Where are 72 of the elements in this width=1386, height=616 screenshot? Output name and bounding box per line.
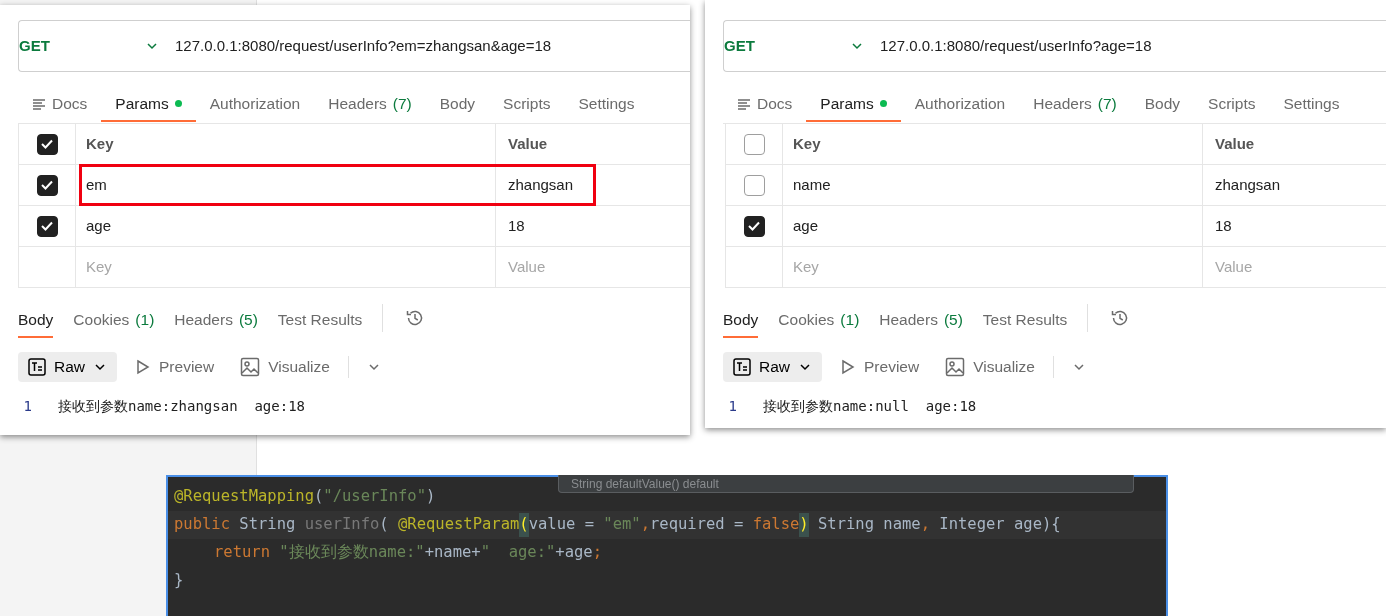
param-key[interactable]: em [86, 173, 107, 197]
code-line: @RequestMapping("/userInfo") [173, 486, 437, 508]
tab[interactable]: Body [1130, 92, 1195, 123]
play-icon [840, 359, 856, 375]
url-bar[interactable]: GET 127.0.0.1:8080/request/userInfo?em=zhangsan&age=18 [18, 20, 690, 72]
tab[interactable]: Settings [564, 92, 649, 123]
url-bar[interactable]: GET 127.0.0.1:8080/request/userInfo?age=18 [723, 20, 1386, 72]
image-icon [945, 357, 966, 377]
checkbox[interactable] [36, 174, 58, 196]
tab[interactable]: Params [101, 92, 196, 123]
column-header: Key [86, 133, 114, 154]
checkbox[interactable] [36, 215, 58, 237]
docs-icon [32, 96, 46, 111]
param-key[interactable]: name [793, 173, 831, 197]
docs-icon [737, 96, 751, 111]
tab[interactable]: Headers (5) [174, 308, 258, 339]
tab[interactable]: Test Results [982, 308, 1068, 339]
check-icon [40, 178, 54, 192]
method-dropdown[interactable]: GET [19, 32, 159, 60]
view-button[interactable]: Visualize [232, 355, 338, 379]
tab[interactable]: Cookies (1) [778, 308, 860, 339]
view-button[interactable]: Preview [127, 355, 223, 379]
tab[interactable]: Body [18, 308, 54, 339]
param-value[interactable]: zhangsan [1215, 173, 1281, 197]
tab[interactable]: Settings [1269, 92, 1354, 123]
tab[interactable]: Docs [723, 92, 807, 123]
param-key[interactable]: age [86, 214, 112, 238]
column-header: Value [508, 133, 548, 154]
checkbox[interactable] [743, 174, 765, 196]
tab[interactable]: Authorization [900, 92, 1020, 123]
column-header: Key [793, 133, 821, 154]
format-dropdown[interactable]: Raw [18, 352, 117, 382]
image-icon [240, 357, 261, 377]
tab[interactable]: Headers (7) [314, 92, 426, 123]
tab[interactable]: Headers (5) [879, 308, 963, 339]
line-number: 1 [22, 397, 33, 416]
view-button[interactable]: Preview [832, 355, 928, 379]
param-key[interactable]: age [793, 214, 819, 238]
code-line: return "接收到参数name:"+name+" age:"+age; [213, 542, 603, 564]
tab[interactable]: Docs [18, 92, 102, 123]
tab[interactable]: Authorization [195, 92, 315, 123]
method-dropdown[interactable]: GET [724, 32, 864, 60]
check-icon [40, 219, 54, 233]
text-format-icon [28, 358, 46, 376]
url-text: 127.0.0.1:8080/request/userInfo?em=zhangsan&age=18 [174, 35, 552, 56]
view-button[interactable]: Visualize [937, 355, 1043, 379]
tab[interactable]: Scripts [1194, 92, 1270, 123]
param-value[interactable]: 18 [1215, 214, 1232, 238]
play-icon [135, 359, 151, 375]
tab[interactable]: Cookies (1) [73, 308, 155, 339]
check-icon [747, 219, 761, 233]
format-dropdown[interactable]: Raw [723, 352, 822, 382]
tab[interactable]: Headers (7) [1019, 92, 1131, 123]
checkbox[interactable] [36, 133, 58, 155]
response-text: 接收到参数name:null age:18 [763, 397, 977, 416]
tab[interactable]: Body [723, 308, 759, 339]
code-line: } [173, 570, 185, 592]
param-value[interactable]: 18 [508, 214, 525, 238]
response-text: 接收到参数name:zhangsan age:18 [58, 397, 305, 416]
checkbox[interactable] [743, 215, 765, 237]
url-text: 127.0.0.1:8080/request/userInfo?age=18 [879, 35, 1152, 56]
param-value[interactable]: zhangsan [508, 173, 574, 197]
text-format-icon [733, 358, 751, 376]
checkbox[interactable] [743, 133, 765, 155]
line-number: 1 [727, 397, 738, 416]
tab[interactable]: Test Results [277, 308, 363, 339]
tab[interactable]: Params [806, 92, 901, 123]
check-icon [40, 137, 54, 151]
tab[interactable]: Scripts [489, 92, 565, 123]
column-header: Value [1215, 133, 1255, 154]
tooltip: String defaultValue() default [558, 475, 1134, 493]
tab[interactable]: Body [425, 92, 490, 123]
